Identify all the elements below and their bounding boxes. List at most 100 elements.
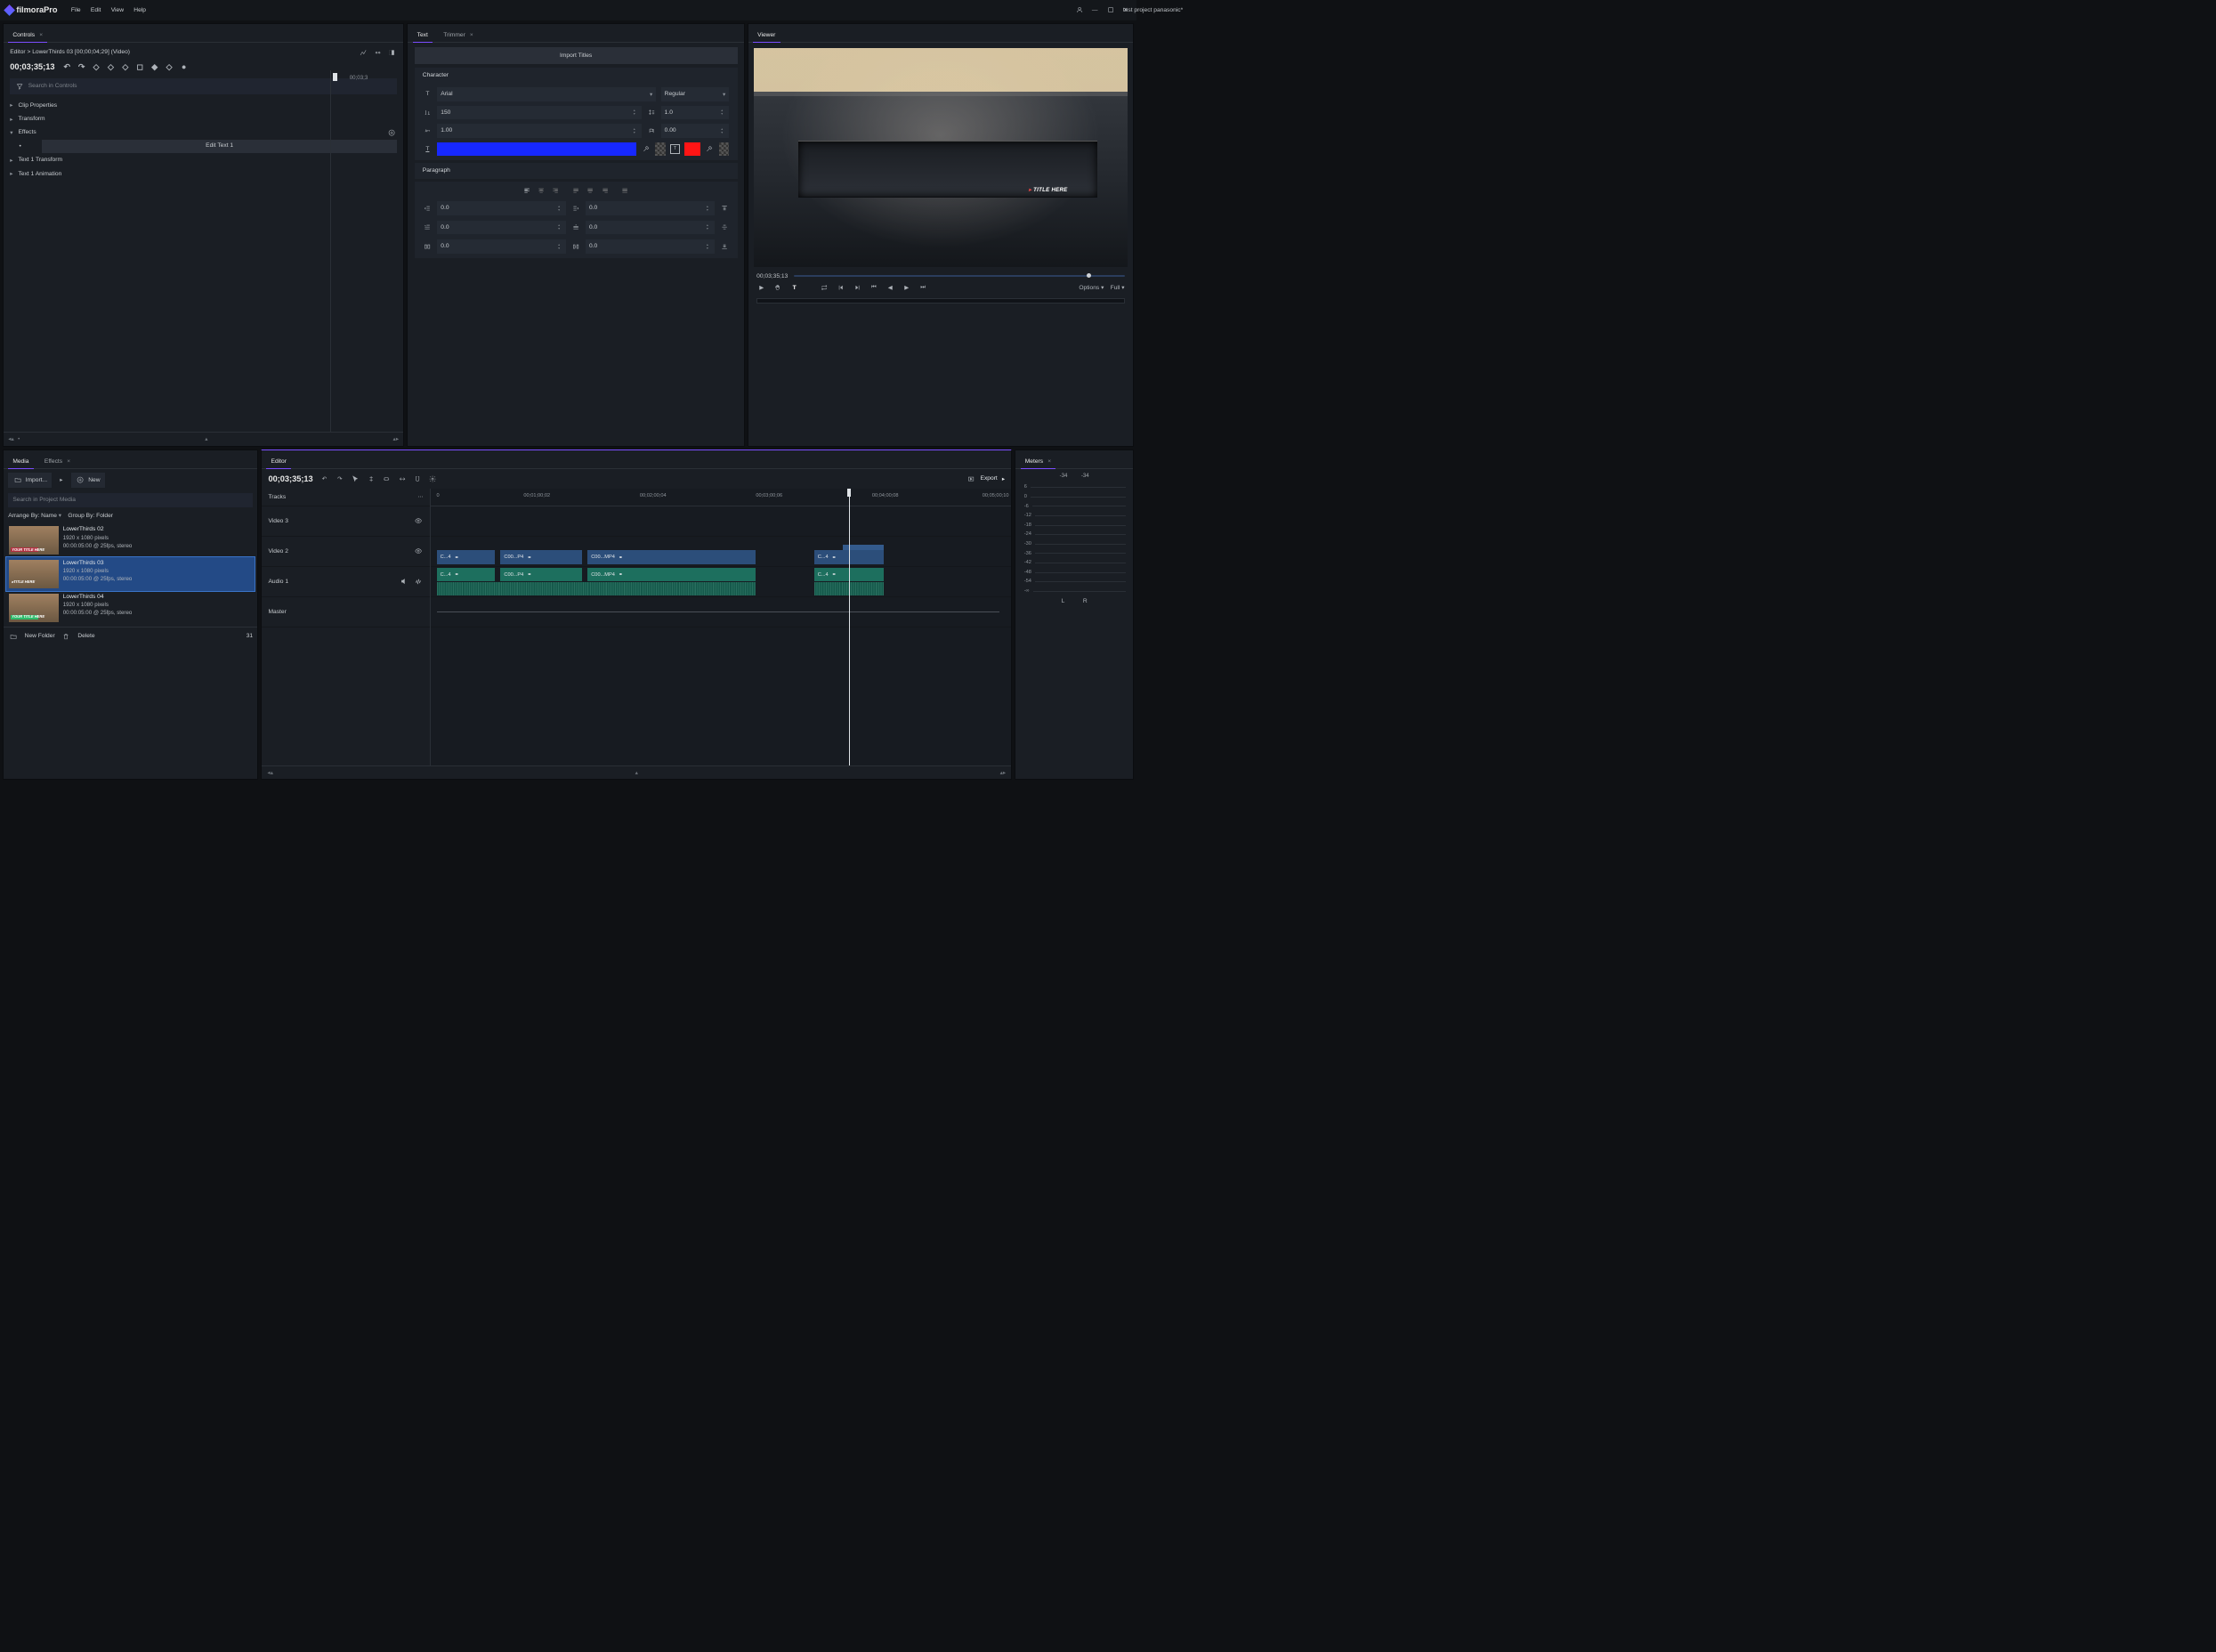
valign-bot-icon[interactable]: [719, 241, 729, 251]
menu-file[interactable]: File: [71, 7, 81, 13]
mini-playhead-icon[interactable]: [335, 73, 336, 81]
align-right-icon[interactable]: [551, 186, 561, 196]
media-item[interactable]: YOUR TITLE HERE LowerThirds 021920 x 108…: [6, 523, 255, 557]
weight-select[interactable]: Regular: [661, 87, 730, 101]
tab-text[interactable]: Text: [413, 28, 433, 42]
new-folder-button[interactable]: New Folder: [25, 633, 55, 639]
clip-audio-wave[interactable]: [437, 582, 756, 595]
align-left-icon[interactable]: [522, 186, 531, 196]
track-video3[interactable]: Video 3: [262, 506, 430, 537]
step-back-icon[interactable]: ◀: [886, 283, 895, 293]
mask-icon[interactable]: [387, 47, 397, 57]
speaker-icon[interactable]: [399, 577, 408, 587]
out-point-icon[interactable]: [853, 283, 862, 293]
tracking-input[interactable]: 1.00▴▾: [437, 124, 642, 137]
timeline-ruler[interactable]: 0 00;01;00;02 00;02;00;04 00;03;00;06 00…: [431, 489, 1011, 507]
viewer-scrollbar[interactable]: [756, 298, 1124, 304]
zoom-left-icon[interactable]: ◂▴: [8, 435, 14, 442]
controls-timecode[interactable]: 00;03;35;13: [10, 62, 54, 71]
clip-audio[interactable]: C00...P4⚭: [500, 568, 581, 581]
minimize-icon[interactable]: —: [1090, 5, 1100, 15]
track-video2[interactable]: Video 2: [262, 537, 430, 567]
slice-tool-icon[interactable]: [366, 474, 376, 483]
zoom-left-icon[interactable]: ◂▴: [267, 769, 273, 776]
undo-icon[interactable]: ↶: [62, 62, 72, 72]
tab-media[interactable]: Media: [8, 455, 33, 468]
viewer-options[interactable]: Options ▾: [1079, 284, 1104, 291]
indent-left-input[interactable]: 0.0▴▾: [437, 201, 566, 215]
rate-tool-icon[interactable]: [397, 474, 407, 483]
font-select[interactable]: Arial: [437, 87, 656, 101]
select-tool-icon[interactable]: [351, 474, 360, 483]
eyedropper-icon[interactable]: [705, 144, 715, 154]
valign-mid-icon[interactable]: [719, 223, 729, 232]
tab-viewer[interactable]: Viewer: [753, 28, 780, 42]
space-before-input[interactable]: 0.0▴▾: [586, 221, 715, 234]
fill-alpha[interactable]: [655, 142, 665, 155]
track-audio1[interactable]: Audio 1: [262, 567, 430, 597]
snap-icon[interactable]: [412, 474, 422, 483]
gutter-input[interactable]: 0.0▴▾: [586, 239, 715, 253]
clip-video[interactable]: C...4⚭: [437, 550, 495, 563]
justify-center-icon[interactable]: [586, 186, 595, 196]
maximize-icon[interactable]: [1105, 5, 1115, 15]
tab-effects[interactable]: Effects×: [40, 455, 76, 468]
controls-mini-timeline[interactable]: 00;03;3: [330, 70, 403, 432]
marker-out-icon[interactable]: ◻: [135, 62, 145, 72]
viewer-scrubber[interactable]: [794, 275, 1124, 277]
indent-right-input[interactable]: 0.0▴▾: [586, 201, 715, 215]
viewer-full[interactable]: Full ▾: [1111, 284, 1125, 291]
group-by[interactable]: Group By: Folder: [68, 513, 113, 519]
text-tool-icon[interactable]: T: [789, 283, 799, 293]
arrange-by[interactable]: Arrange By: Name: [8, 512, 61, 519]
redo-icon[interactable]: ↷: [77, 62, 86, 72]
zoom-handle-icon[interactable]: ▴: [205, 435, 207, 442]
justify-right-icon[interactable]: [600, 186, 610, 196]
justify-left-icon[interactable]: [570, 186, 580, 196]
kf-next-icon[interactable]: ◇: [120, 62, 130, 72]
close-tab-icon[interactable]: ×: [470, 32, 473, 38]
close-tab-icon[interactable]: ×: [67, 458, 70, 465]
hand-icon[interactable]: [773, 283, 783, 293]
justify-full-icon[interactable]: [620, 186, 630, 196]
user-icon[interactable]: [1074, 5, 1084, 15]
media-item-selected[interactable]: ▸TITLE HERE LowerThirds 031920 x 1080 pi…: [6, 557, 255, 591]
menu-help[interactable]: Help: [133, 7, 146, 13]
align-center-icon[interactable]: [537, 186, 546, 196]
media-search[interactable]: Search in Project Media: [8, 493, 253, 507]
play2-icon[interactable]: ▶: [902, 283, 911, 293]
eyedropper-icon[interactable]: [641, 144, 651, 154]
slip-tool-icon[interactable]: [382, 474, 392, 483]
timeline-area[interactable]: 0 00;01;00;02 00;02;00;04 00;03;00;06 00…: [431, 489, 1011, 765]
in-point-icon[interactable]: [836, 283, 845, 293]
editor-timecode[interactable]: 00;03;35;13: [268, 474, 312, 483]
import-titles-button[interactable]: Import Titles: [415, 47, 738, 63]
menu-edit[interactable]: Edit: [91, 7, 101, 13]
stroke-color[interactable]: [684, 142, 700, 156]
keyframe-nav-icon[interactable]: [372, 47, 382, 57]
tab-trimmer[interactable]: Trimmer×: [439, 28, 478, 42]
step-fwd-icon[interactable]: ⏭: [918, 283, 928, 293]
stroke-alpha[interactable]: [719, 142, 729, 155]
submenu-icon[interactable]: ▸: [56, 475, 66, 485]
tab-editor[interactable]: Editor: [266, 455, 291, 468]
graph-icon[interactable]: [358, 47, 368, 57]
wave-icon[interactable]: [414, 577, 424, 587]
tab-controls[interactable]: Controls×: [8, 28, 47, 42]
baseline-input[interactable]: 0.00▴▾: [661, 124, 730, 137]
loop-icon[interactable]: [820, 283, 829, 293]
delete-button[interactable]: Delete: [77, 633, 94, 639]
redo-icon[interactable]: ↷: [335, 474, 344, 483]
import-button[interactable]: Import...: [8, 473, 52, 487]
zoom-right-icon[interactable]: ▴▸: [393, 435, 400, 442]
clip-audio[interactable]: C00...MP4⚭: [587, 568, 756, 581]
first-indent-input[interactable]: 0.0▴▾: [437, 221, 566, 234]
play-icon[interactable]: ▶: [756, 283, 766, 293]
kf-dot-icon[interactable]: ●: [179, 62, 189, 72]
columns-input[interactable]: 0.0▴▾: [437, 239, 566, 253]
new-button[interactable]: New: [71, 473, 105, 487]
eye-icon[interactable]: [414, 547, 424, 556]
leading-input[interactable]: 1.0▴▾: [661, 106, 730, 119]
clip-audio[interactable]: C...4⚭: [437, 568, 495, 581]
fill-color[interactable]: [437, 142, 636, 156]
